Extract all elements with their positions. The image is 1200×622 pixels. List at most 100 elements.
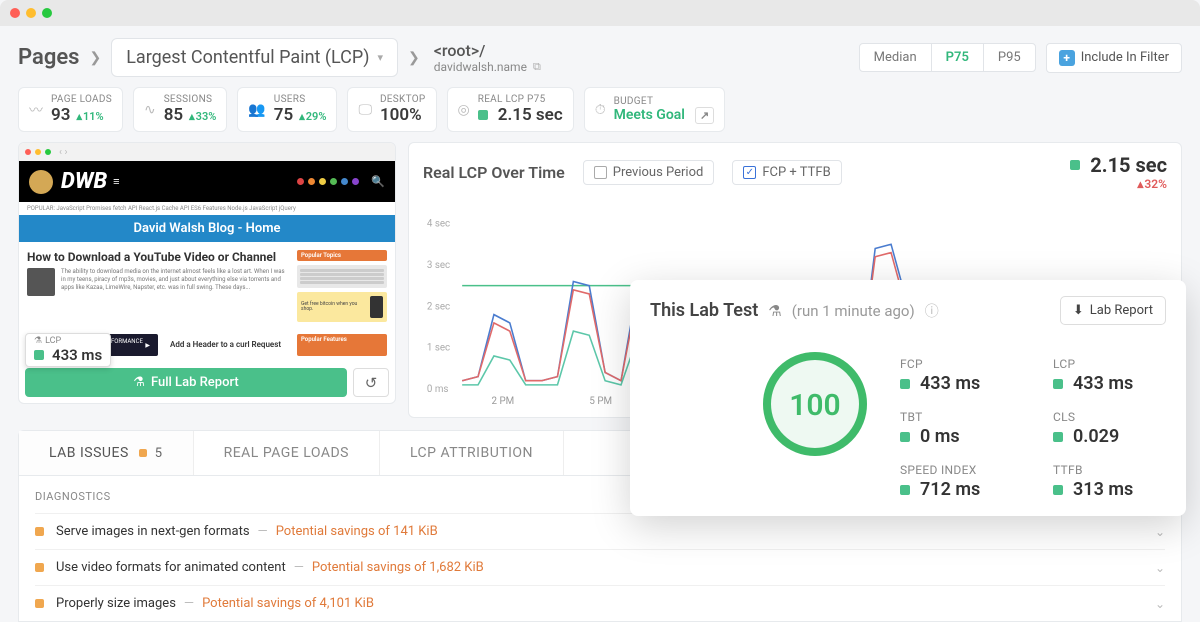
preview-article-2: Add a Header to a curl Request (166, 334, 289, 356)
metric-fcp: FCP433 ms (900, 357, 1013, 394)
pulse-icon: ∿ (144, 102, 156, 118)
page-preview: ‹ › DWB≡ 🔍 POPULAR: JavaScript Promises … (18, 142, 396, 404)
stats-row: 〰 PAGE LOADS 9311% ∿ SESSIONS 8533% 👥 US… (0, 83, 1200, 142)
external-link-icon[interactable]: ⧉ (533, 60, 541, 74)
svg-text:5 PM: 5 PM (589, 396, 612, 407)
traffic-light-min[interactable] (26, 8, 36, 18)
status-square-icon (1070, 160, 1080, 170)
stat-desktop[interactable]: 🖵 DESKTOP 100% (347, 87, 436, 132)
percentile-selector: Median P75 P95 (859, 43, 1036, 72)
path-route: <root>/ (434, 41, 541, 60)
popular-bar: POPULAR: JavaScript Promises fetch API R… (19, 202, 395, 215)
nav-arrows-icon: ‹ › (59, 147, 68, 158)
diagnostic-row[interactable]: Serve images in next-gen formats — Poten… (35, 513, 1165, 549)
status-square-icon (139, 449, 147, 457)
lcp-element-badge[interactable]: ⚗LCP 433 ms (25, 333, 111, 367)
chevron-down-icon[interactable]: ⌄ (1155, 561, 1165, 575)
history-icon: ↺ (365, 374, 378, 392)
chevron-down-icon[interactable]: ⌄ (1155, 597, 1165, 611)
chart-icon: 〰 (29, 100, 43, 120)
stat-sessions[interactable]: ∿ SESSIONS 8533% (133, 87, 227, 132)
page-path[interactable]: <root>/ davidwalsh.name ⧉ (434, 41, 541, 74)
traffic-light-close[interactable] (10, 8, 20, 18)
svg-text:2 sec: 2 sec (427, 301, 450, 312)
article-thumb (27, 268, 55, 296)
header-row: Pages ❯ Largest Contentful Paint (LCP) ▾… (0, 26, 1200, 83)
include-in-filter-button[interactable]: + Include In Filter (1046, 43, 1182, 73)
plus-icon: + (1059, 50, 1075, 66)
filter-button-label: Include In Filter (1081, 50, 1169, 65)
metric-speed-index: SPEED INDEX712 ms (900, 463, 1013, 500)
chart-title: Real LCP Over Time (423, 163, 565, 182)
svg-text:100: 100 (789, 388, 840, 423)
site-logo-text: DWB≡ (61, 169, 120, 194)
chart-summary-delta: 32% (1070, 177, 1167, 191)
lab-test-modal: This Lab Test ⚗ (run 1 minute ago) ⓘ ⬇ L… (630, 280, 1186, 516)
severity-icon (35, 599, 44, 608)
site-nav-dots (297, 178, 359, 185)
severity-icon (35, 527, 44, 536)
checkbox-icon (594, 166, 607, 179)
preview-body: The ability to download media on the int… (27, 268, 289, 291)
info-icon[interactable]: ⓘ (925, 301, 939, 321)
gauge-icon: ⏱ (595, 102, 606, 118)
toggle-fcp-ttfb[interactable]: ✓FCP + TTFB (732, 160, 841, 185)
chevron-right-icon: ❯ (408, 50, 420, 66)
lab-modal-title: This Lab Test (650, 300, 758, 321)
flask-icon: ⚗ (133, 375, 145, 390)
download-icon: ⬇ (1073, 303, 1084, 318)
svg-text:0 ms: 0 ms (427, 384, 449, 395)
preview-browser-chrome: ‹ › (19, 143, 395, 161)
flask-icon: ⚗ (768, 302, 781, 320)
desktop-icon: 🖵 (358, 102, 372, 118)
popular-topics-header: Popular Topics (297, 250, 387, 261)
stat-real-lcp[interactable]: ◎ REAL LCP P75 2.15 sec (447, 87, 574, 132)
svg-text:3 sec: 3 sec (427, 260, 450, 271)
path-domain: davidwalsh.name (434, 60, 527, 74)
status-square-icon (34, 350, 44, 360)
popular-features-header: Popular Features (297, 334, 387, 356)
severity-icon (35, 563, 44, 572)
tab-lab-issues[interactable]: LAB ISSUES 5 (19, 431, 194, 475)
preview-banner: David Walsh Blog - Home (19, 215, 395, 242)
tab-lcp-attribution[interactable]: LCP ATTRIBUTION (380, 431, 564, 475)
percentile-median[interactable]: Median (860, 44, 932, 71)
diagnostic-row[interactable]: Use video formats for animated content —… (35, 549, 1165, 585)
stat-page-loads[interactable]: 〰 PAGE LOADS 9311% (18, 87, 123, 132)
metric-selector[interactable]: Largest Contentful Paint (LCP) ▾ (111, 38, 398, 77)
stat-users[interactable]: 👥 USERS 7529% (237, 87, 337, 132)
percentile-p75[interactable]: P75 (932, 44, 984, 71)
tab-real-page-loads[interactable]: REAL PAGE LOADS (194, 431, 380, 475)
metric-lcp: LCP433 ms (1053, 357, 1166, 394)
svg-text:1 sec: 1 sec (427, 343, 450, 354)
checkbox-icon: ✓ (743, 166, 756, 179)
flask-icon: ⚗ (34, 336, 42, 346)
side-promo: Get free bitcoin when you shop. (297, 292, 387, 322)
diagnostic-row[interactable]: Properly size images — Potential savings… (35, 585, 1165, 621)
chart-summary-value: 2.15 sec (1090, 153, 1167, 177)
breadcrumb-root[interactable]: Pages (18, 45, 79, 70)
lab-report-button[interactable]: ⬇ Lab Report (1060, 296, 1166, 325)
history-button[interactable]: ↺ (353, 368, 389, 397)
chevron-right-icon: ❯ (89, 50, 101, 66)
stat-budget[interactable]: ⏱ BUDGET Meets Goal↗ (584, 87, 725, 132)
lab-run-time: (run 1 minute ago) (792, 302, 915, 320)
metric-cls: CLS0.029 (1053, 410, 1166, 447)
lighthouse-score-ring: 100 (760, 349, 870, 459)
metric-tbt: TBT0 ms (900, 410, 1013, 447)
site-logo-icon (29, 170, 53, 194)
side-lines (297, 265, 387, 288)
svg-text:4 sec: 4 sec (427, 219, 450, 230)
target-icon: ◎ (458, 102, 470, 118)
percentile-p95[interactable]: P95 (984, 44, 1035, 71)
search-icon: 🔍 (371, 175, 385, 188)
chevron-down-icon[interactable]: ⌄ (1155, 525, 1165, 539)
status-square-icon (478, 110, 488, 120)
metric-ttfb: TTFB313 ms (1053, 463, 1166, 500)
external-icon[interactable]: ↗ (695, 107, 714, 124)
preview-headline: How to Download a YouTube Video or Chann… (27, 250, 289, 264)
chevron-down-icon: ▾ (377, 51, 383, 64)
full-lab-report-button[interactable]: ⚗Full Lab Report (25, 368, 347, 397)
toggle-previous-period[interactable]: Previous Period (583, 160, 715, 185)
traffic-light-max[interactable] (42, 8, 52, 18)
